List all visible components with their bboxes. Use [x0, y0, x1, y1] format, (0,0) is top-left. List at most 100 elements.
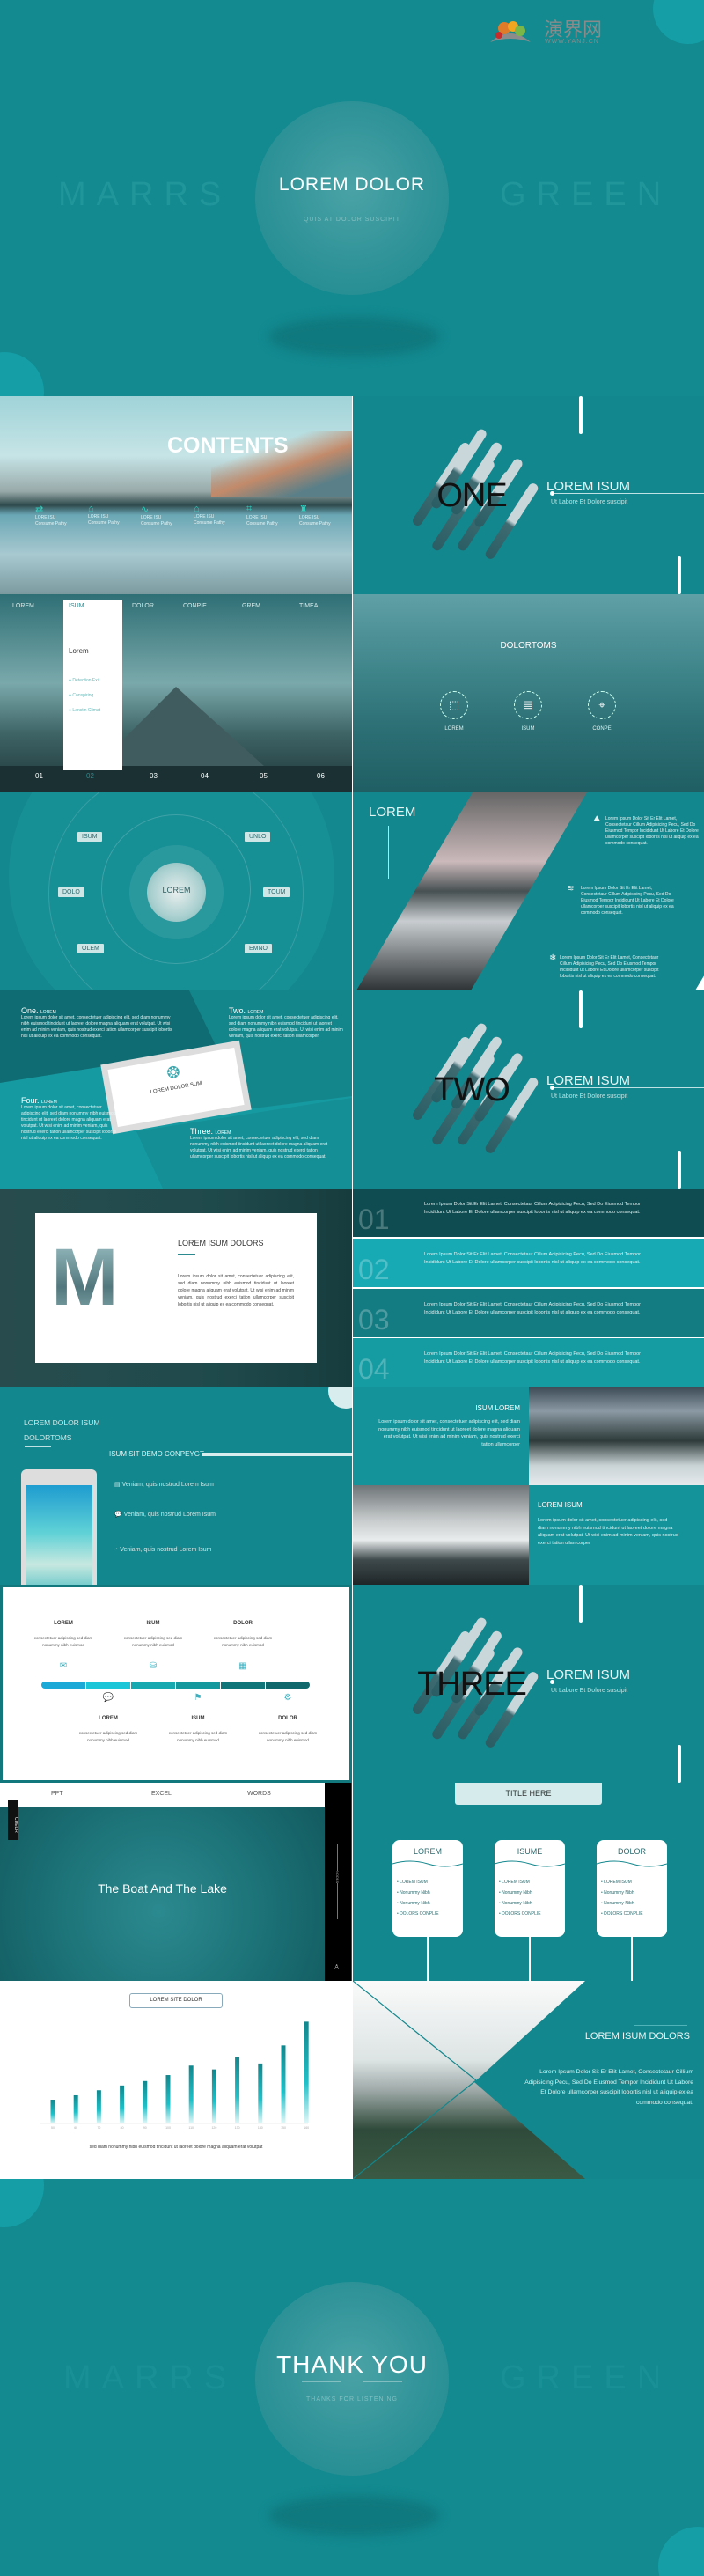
block-text: Lorem ipsum dolor sit amet, consectetuer… — [538, 1518, 678, 1546]
list-item: 03 Lorem Ipsum Dolor Sit Er Elit Lamet, C… — [353, 1289, 704, 1337]
calendar-icon: ▦ — [238, 1661, 247, 1671]
mountain-icon: ⛰ — [593, 814, 601, 824]
divider — [388, 826, 389, 879]
timeline-slide: LOREM consectetuer adipiscing sed diam no… — [0, 1585, 352, 1783]
card-item: DOLORS CONPLIE — [499, 1911, 565, 1917]
bar — [188, 2065, 194, 2123]
section-subtitle: Ut Labore Et Dolore suscipit — [551, 1688, 628, 1694]
list-item: ◔ Veniam, quis nostrud Lorem Isum — [114, 1547, 212, 1553]
nav-words[interactable]: WORDS — [247, 1791, 271, 1797]
photo-grid-slide: ISUM LOREM Lorem ipsum dolor sit amet, c… — [353, 1387, 704, 1585]
logo-url: WWW.YANJ.CN — [545, 39, 599, 45]
decor-circle — [328, 1387, 352, 1409]
contents-item[interactable]: ⌗ LORE ISU Consume Pathy — [246, 504, 295, 527]
center-orb — [255, 101, 449, 295]
x-tick-label: 90 — [143, 2126, 147, 2130]
orbit-node[interactable]: EMNO — [245, 944, 272, 953]
tab-isum[interactable]: ISUM — [69, 603, 84, 609]
dot — [550, 491, 554, 496]
orbit-node[interactable]: UNLO — [245, 832, 271, 842]
timeline-text: consectetuer adipiscing sed diam nonummy… — [213, 1636, 273, 1647]
boat-slide: PPT EXCEL WORDS CUEUR NODES ♙ The Boat A… — [0, 1783, 352, 1981]
timeline-title: DOLOR — [278, 1716, 297, 1721]
divider — [302, 2381, 341, 2382]
info-card[interactable]: ISUME LOREM ISUM Nonummy Nibh Nonummy Nibh D… — [494, 1840, 566, 1937]
info-card[interactable]: DOLOR LOREM ISUM Nonummy Nibh Nonummy Nibh D… — [596, 1840, 668, 1937]
wind-icon: ≋ — [567, 884, 575, 894]
tab-conpie[interactable]: CONPIE — [183, 603, 207, 609]
cover-subtitle: QUIS AT DOLOR SUSCIPIT — [303, 217, 401, 223]
contents-item[interactable]: ⌂ LORE ISU Consume Pathy — [194, 504, 242, 526]
bar — [143, 2080, 148, 2123]
wave-divider — [494, 1860, 566, 1867]
tab-dolor[interactable]: DOLOR — [132, 603, 154, 609]
orbit-node[interactable]: ISUM — [77, 832, 102, 842]
section-one-slide: ONE LOREM ISUM Ut Labore Et Dolore susci… — [353, 396, 704, 594]
orbit-node[interactable]: OLEM — [77, 944, 104, 953]
contents-item[interactable]: ∿ LORE ISU Consume Pathy — [141, 504, 189, 527]
slide-title: The Boat And The Lake — [98, 1881, 227, 1895]
tab-number: 01 — [35, 772, 43, 780]
list-item: 04 Lorem Ipsum Dolor Sit Er Elit Lamet, C… — [353, 1338, 704, 1387]
scan-icon: ⌗ — [246, 504, 253, 514]
nav-excel[interactable]: EXCEL — [151, 1791, 172, 1797]
lake-photo — [353, 1485, 529, 1585]
tab-number: 06 — [317, 772, 325, 780]
tab-number: 02 — [86, 772, 94, 780]
orbit-node[interactable]: DOLO — [58, 887, 84, 897]
info-card[interactable]: LOREM LOREM ISUM Nonummy Nibh Nonummy Nibh D… — [392, 1840, 464, 1937]
orbit-node[interactable]: TOUM — [263, 887, 290, 897]
right-rail: NODES ♙ — [325, 1783, 351, 1981]
block-title: ISUM LOREM — [475, 1404, 520, 1412]
bar — [235, 2057, 240, 2123]
card-title: ISUME — [517, 1847, 543, 1856]
x-tick-label: 110 — [188, 2126, 194, 2130]
section-title: LOREM ISUM — [546, 479, 631, 494]
x-tick-label: 60 — [74, 2126, 77, 2130]
chat-icon: 💬 — [102, 1693, 114, 1703]
pie-chart-icon: ◔ — [114, 1547, 119, 1553]
block-text: Lorem ipsum dolor sit amet, consectetuer… — [378, 1419, 520, 1447]
card-title: DOLOR — [617, 1847, 646, 1856]
feature-item: ⌖ CONPE — [584, 691, 620, 732]
nav-ppt[interactable]: PPT — [51, 1791, 63, 1797]
card-item: Nonummy Nibh — [601, 1890, 667, 1895]
x-tick-label: 100 — [165, 2126, 171, 2130]
rail-label: NODES — [335, 1871, 340, 1884]
document-icon: ▤ — [514, 691, 542, 719]
panel-item[interactable]: ● Lanstin Climat — [69, 703, 100, 718]
side-tab[interactable]: CUEUR — [8, 1800, 18, 1840]
wave-divider — [596, 1860, 668, 1867]
divider — [363, 2381, 402, 2382]
contents-item[interactable]: ♜ LORE ISU Consume Pathy — [299, 504, 348, 527]
contents-item[interactable]: ⇄ LORE ISU Consume Pathy — [35, 504, 84, 527]
flag-icon: ⚑ — [194, 1693, 202, 1703]
tablet-slide: LOREM DOLOR ISUM DOLORTOMS ISUM SIT DEMO … — [0, 1387, 352, 1585]
bar — [73, 2094, 78, 2123]
point-four: Four. LOREM Lorem ipsum dolor sit amet, c… — [21, 1096, 117, 1141]
chart-slide: LOREM SITE DOLOR 50 60 70 80 90 100 110 120 130 1… — [0, 1981, 352, 2179]
panel-list: ● Detection Exit ● Conspiring ● Lanstin … — [69, 673, 100, 718]
wave-divider — [392, 1860, 464, 1867]
dot — [550, 1680, 554, 1684]
contents-slide: CONTENTS ⇄ LORE ISU Consume Pathy ⌂ LORE ISU… — [0, 396, 352, 594]
x-tick-label: 140 — [258, 2126, 263, 2130]
card-title: LOREM ISUM DOLORS — [178, 1239, 264, 1248]
bar — [165, 2075, 171, 2123]
cover-title: LOREM DOLOR — [278, 174, 426, 195]
database-icon: ⛁ — [149, 1661, 158, 1671]
contents-item[interactable]: ⌂ LORE ISU Consume Pathy — [88, 504, 136, 526]
panel-item[interactable]: ● Conspiring — [69, 688, 100, 703]
card-item: Nonummy Nibh — [397, 1890, 463, 1895]
card-item: LOREM ISUM — [499, 1880, 565, 1885]
location-pin-icon: ⌖ — [588, 691, 616, 719]
diagonal-photo-slide: LOREM ⛰ Lorem Ipsum Dolor Sit Er Elit Lam… — [353, 792, 704, 990]
timeline-text: consectetuer adipiscing sed diam nonummy… — [78, 1731, 138, 1742]
tab-timea[interactable]: TIMEA — [299, 603, 318, 609]
tab-grem[interactable]: GREM — [242, 603, 260, 609]
timeline-text: consectetuer adipiscing sed diam nonummy… — [168, 1731, 228, 1742]
tab-lorem[interactable]: LOREM — [12, 603, 34, 609]
decor-bar — [678, 1151, 681, 1189]
x-tick-label: 120 — [211, 2126, 216, 2130]
panel-item[interactable]: ● Detection Exit — [69, 673, 100, 688]
